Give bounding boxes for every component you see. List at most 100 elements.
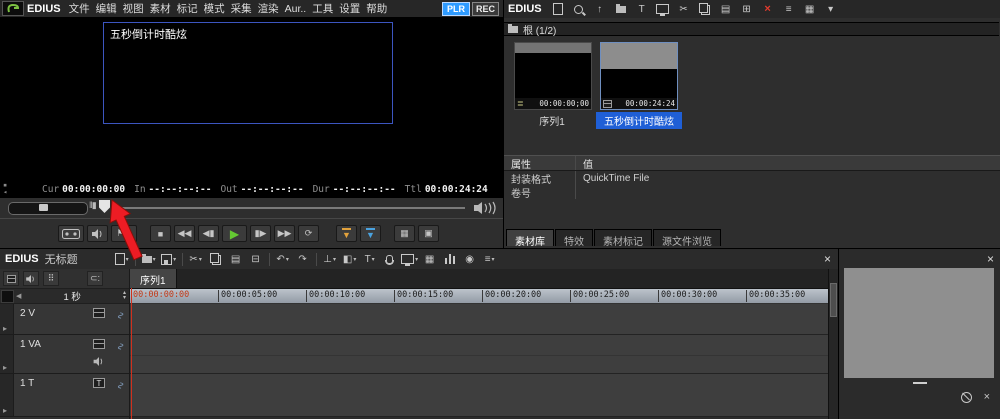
track-sync-icon[interactable]: ∿ — [114, 311, 125, 319]
close-timeline-icon[interactable]: × — [824, 252, 831, 266]
resize-handle[interactable] — [913, 382, 927, 384]
close-small-icon[interactable]: × — [984, 391, 990, 403]
open-project-icon[interactable]: ▾ — [139, 252, 159, 267]
sync-lock-icon[interactable]: ⊂: — [87, 271, 103, 286]
export-button[interactable]: ▦ — [394, 225, 415, 242]
tab-source-browser[interactable]: 源文件浏览 — [653, 229, 721, 248]
add-clip-icon[interactable]: ⊞ — [737, 2, 757, 17]
track-header-video[interactable]: ▸ 2 V ∿ — [0, 304, 129, 335]
ruler-scale-label[interactable]: 1 秒 — [21, 289, 123, 303]
video-track-row[interactable] — [130, 304, 828, 335]
cut-icon[interactable]: ✂ ▾ — [186, 252, 206, 267]
batch-export-button[interactable]: ▣ — [418, 225, 439, 242]
menu-item-edit[interactable]: 编辑 — [93, 1, 120, 16]
deck-button[interactable] — [58, 225, 84, 242]
audio-panel-icon[interactable] — [23, 271, 39, 286]
menu-item-capture[interactable]: 采集 — [228, 1, 255, 16]
properties-icon[interactable]: ≡ — [779, 2, 799, 17]
add-transition-icon[interactable]: ◧ ▾ — [340, 252, 360, 267]
step-back-button[interactable]: ◀▮ — [198, 225, 219, 242]
title-channel-icon[interactable]: T — [93, 378, 105, 388]
bin-folder-path[interactable]: 根 (1/2) — [504, 22, 999, 37]
grid-mode-icon[interactable]: ▦ — [420, 252, 440, 267]
plr-mode-button[interactable]: PLR — [441, 1, 470, 16]
track-expand-button[interactable]: ▸ — [0, 335, 14, 373]
tab-effects[interactable]: 特效 — [555, 229, 593, 248]
folder-up-icon[interactable] — [611, 2, 631, 17]
disable-icon[interactable] — [960, 391, 972, 403]
view-dropdown-icon[interactable]: ▾ — [821, 2, 841, 17]
save-icon[interactable]: ▾ — [159, 252, 179, 267]
loop-play-button[interactable]: ⟳ — [298, 225, 319, 242]
clip-card-selected[interactable]: 00:00:24:24 五秒倒计时酷炫 — [596, 42, 682, 129]
video-audio-track-row[interactable] — [130, 335, 828, 374]
track-sync-icon[interactable]: ∿ — [114, 342, 125, 350]
menu-item-file[interactable]: 文件 — [66, 1, 93, 16]
new-window-icon[interactable] — [548, 2, 568, 17]
voiceover-icon[interactable] — [380, 252, 400, 267]
clip-thumbnail[interactable]: ≣ 00:00:00;00 — [514, 42, 592, 110]
scale-box-icon[interactable] — [1, 289, 14, 303]
tab-bin[interactable]: 素材库 — [506, 229, 554, 248]
new-sequence-icon[interactable]: ▾ — [112, 252, 132, 267]
mixer-icon[interactable] — [440, 252, 460, 267]
clip-thumbnail[interactable]: 00:00:24:24 — [600, 42, 678, 110]
menu-item-render[interactable]: 渲染 — [255, 1, 282, 16]
delete-red-x-icon[interactable]: × — [758, 2, 778, 17]
timeline-ruler[interactable]: 00:00:00:00 00:00:05:00 00:00:10:00 00:0… — [130, 289, 828, 304]
export-disc-icon[interactable]: ◉ — [460, 252, 480, 267]
title-icon[interactable]: T — [632, 2, 652, 17]
scrollbar-thumb[interactable] — [830, 283, 837, 317]
track-header-title[interactable]: ▸ 1 T T ∿ — [0, 374, 129, 417]
voiceover-button[interactable] — [87, 225, 108, 242]
close-palette-icon[interactable]: × — [987, 252, 994, 266]
sequence-tab[interactable]: 序列1 — [130, 269, 177, 288]
copy-icon[interactable] — [206, 252, 226, 267]
track-header-video-audio[interactable]: ▸ 1 VA ∿ — [0, 335, 129, 374]
menu-item-view[interactable]: 视图 — [120, 1, 147, 16]
clip-name[interactable]: 序列1 — [514, 112, 590, 129]
play-button[interactable]: ▶ — [222, 225, 247, 242]
paste-icon[interactable]: ▤ — [226, 252, 246, 267]
shuttle-handle[interactable] — [39, 204, 48, 211]
video-panel-icon[interactable] — [3, 271, 19, 286]
add-title-icon[interactable]: T ▾ — [360, 252, 380, 267]
insert-to-timeline-button[interactable]: ▼ — [336, 225, 357, 242]
scale-spinner[interactable]: ▴ ▾ — [123, 290, 126, 301]
layout-icon[interactable]: ▦ — [800, 2, 820, 17]
rewind-button[interactable]: ◀◀ — [174, 225, 195, 242]
redo-icon[interactable]: ↷ — [293, 252, 313, 267]
position-track[interactable] — [113, 207, 465, 209]
copy-icon[interactable] — [695, 2, 715, 17]
add-cut-point-icon[interactable]: ⊥ ▾ — [320, 252, 340, 267]
menu-item-mode[interactable]: 模式 — [201, 1, 228, 16]
shuttle-slider[interactable] — [8, 202, 88, 215]
step-forward-button[interactable]: ▮▶ — [250, 225, 271, 242]
video-channel-icon[interactable] — [93, 308, 105, 318]
capture-icon[interactable]: ▾ — [400, 252, 420, 267]
ripple-delete-icon[interactable]: ⊟ — [246, 252, 266, 267]
menu-item-settings[interactable]: 设置 — [336, 1, 363, 16]
playhead[interactable] — [131, 288, 132, 419]
menu-item-aur[interactable]: Aur.. — [282, 3, 310, 15]
cut-icon[interactable]: ✂ — [674, 2, 694, 17]
clip-card-sequence[interactable]: ≣ 00:00:00;00 序列1 — [514, 42, 592, 129]
menu-item-help[interactable]: 帮助 — [363, 1, 390, 16]
tab-clip-marker[interactable]: 素材标记 — [594, 229, 652, 248]
overwrite-to-timeline-button[interactable]: ▼ — [360, 225, 381, 242]
fast-forward-button[interactable]: ▶▶ — [274, 225, 295, 242]
timeline-vertical-scrollbar[interactable] — [828, 269, 838, 419]
search-icon[interactable] — [569, 2, 589, 17]
audio-channel-icon[interactable] — [93, 353, 105, 371]
rec-mode-button[interactable]: REC — [471, 1, 499, 16]
track-expand-button[interactable]: ▸ — [0, 374, 14, 416]
panes-icon[interactable]: ⠿ — [43, 271, 59, 286]
track-sync-icon[interactable]: ∿ — [114, 381, 125, 389]
up-level-icon[interactable]: ↑ — [590, 2, 610, 17]
position-slider-handle[interactable] — [99, 200, 110, 213]
video-channel-icon[interactable] — [93, 339, 105, 349]
marker-button[interactable]: ⚑ ▼ — [111, 225, 137, 242]
menu-item-clip[interactable]: 素材 — [147, 1, 174, 16]
menu-item-marker[interactable]: 标记 — [174, 1, 201, 16]
menu-list-icon[interactable]: ≡ ▾ — [480, 252, 500, 267]
